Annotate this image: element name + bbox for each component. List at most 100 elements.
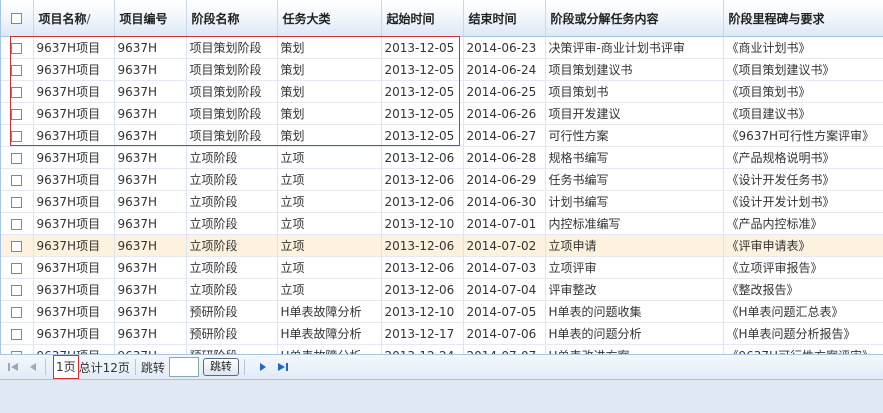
- row-select-cell[interactable]: [1, 36, 34, 59]
- cell-task-category: 立项: [277, 168, 382, 191]
- row-select-cell[interactable]: [1, 102, 34, 125]
- col-task-category[interactable]: 任务大类: [277, 0, 382, 37]
- table-row[interactable]: 9637H项目 9637H 项目策划阶段 策划 2013-12-05 2014-06-26…: [1, 102, 883, 125]
- table-row[interactable]: 9637H项目 9637H 立项阶段 立项 2013-12-06 2014-06-30 计划…: [1, 190, 883, 213]
- table-row[interactable]: 9637H项目 9637H 立项阶段 立项 2013-12-06 2014-07-02 立项…: [1, 234, 883, 257]
- cell-stage-name: 项目策划阶段: [186, 80, 278, 103]
- cell-project-code: 9637H: [114, 234, 187, 257]
- row-select-cell[interactable]: [1, 80, 34, 103]
- cell-task-category: H单表故障分析: [277, 300, 382, 323]
- cell-project-code: 9637H: [114, 190, 187, 213]
- row-checkbox[interactable]: [11, 108, 23, 120]
- table-row[interactable]: 9637H项目 9637H 预研阶段 H单表故障分析 2013-12-17 2014-07…: [1, 322, 883, 345]
- cell-stage-name: 立项阶段: [186, 278, 278, 301]
- cell-task-content: H单表的问题分析: [545, 322, 724, 345]
- cell-milestone: 《立项评审报告》: [723, 256, 883, 279]
- table-row[interactable]: 9637H项目 9637H 项目策划阶段 策划 2013-12-05 2014-06-24…: [1, 58, 883, 81]
- jump-page-input[interactable]: [168, 357, 199, 377]
- row-select-cell[interactable]: [1, 322, 34, 345]
- col-stage-name[interactable]: 阶段名称: [186, 0, 278, 37]
- cell-project-name: 9637H项目: [33, 190, 115, 213]
- row-select-cell[interactable]: [1, 256, 34, 279]
- cell-project-name: 9637H项目: [33, 300, 115, 323]
- table-row[interactable]: 9637H项目 9637H 立项阶段 立项 2013-12-10 2014-07-01 内控…: [1, 212, 883, 235]
- pager-divider: [134, 359, 136, 375]
- row-checkbox[interactable]: [11, 262, 23, 274]
- row-select-cell[interactable]: [1, 168, 34, 191]
- row-checkbox[interactable]: [11, 42, 23, 54]
- table-row[interactable]: 9637H项目 9637H 立项阶段 立项 2013-12-06 2014-07-03 立项…: [1, 256, 883, 279]
- row-checkbox[interactable]: [11, 328, 23, 340]
- row-checkbox[interactable]: [11, 284, 23, 296]
- next-page-icon: [259, 363, 266, 371]
- row-select-cell[interactable]: [1, 146, 34, 169]
- cell-project-code: 9637H: [114, 168, 187, 191]
- last-page-button[interactable]: [276, 360, 290, 374]
- row-checkbox[interactable]: [11, 86, 23, 98]
- row-checkbox[interactable]: [11, 218, 23, 230]
- cell-project-name: 9637H项目: [33, 102, 115, 125]
- row-checkbox[interactable]: [11, 152, 23, 164]
- cell-milestone: 《产品内控标准》: [723, 212, 883, 235]
- cell-task-content: 项目开发建议: [545, 102, 724, 125]
- cell-end-time: 2014-07-01: [463, 212, 546, 235]
- cell-end-time: 2014-07-02: [463, 234, 546, 257]
- cell-end-time: 2014-06-28: [463, 146, 546, 169]
- row-select-cell[interactable]: [1, 190, 34, 213]
- cell-start-time: 2013-12-17: [381, 322, 464, 345]
- row-checkbox[interactable]: [11, 240, 23, 252]
- row-select-cell[interactable]: [1, 58, 34, 81]
- row-checkbox[interactable]: [11, 130, 23, 142]
- row-checkbox[interactable]: [11, 306, 23, 318]
- cell-end-time: 2014-06-27: [463, 124, 546, 147]
- cell-project-name: 9637H项目: [33, 58, 115, 81]
- table-row[interactable]: 9637H项目9637H预研阶段H单表故障分析2013-12-242014-07…: [1, 344, 883, 354]
- table-row[interactable]: 9637H项目 9637H 立项阶段 立项 2013-12-06 2014-06-28 规格…: [1, 146, 883, 169]
- cell-stage-name: 预研阶段: [186, 300, 278, 323]
- cell-start-time: 2013-12-05: [381, 80, 464, 103]
- row-select-cell[interactable]: [1, 212, 34, 235]
- table-row[interactable]: 9637H项目 9637H 立项阶段 立项 2013-12-06 2014-06-29 任务…: [1, 168, 883, 191]
- table-row[interactable]: 9637H项目 9637H 预研阶段 H单表故障分析 2013-12-10 2014-07…: [1, 300, 883, 323]
- row-checkbox[interactable]: [11, 64, 23, 76]
- prev-page-icon: [30, 363, 36, 371]
- cell-task-category: 立项: [277, 146, 382, 169]
- sort-icon: /: [86, 11, 91, 26]
- cell-start-time: 2013-12-24: [381, 344, 464, 354]
- cell-project-code: 9637H: [114, 58, 187, 81]
- next-page-button[interactable]: [256, 360, 270, 374]
- col-project-code[interactable]: 项目编号: [114, 0, 187, 37]
- row-checkbox[interactable]: [11, 196, 23, 208]
- cell-project-name: 9637H项目: [33, 344, 115, 354]
- table-row[interactable]: 9637H项目 9637H 项目策划阶段 策划 2013-12-05 2014-06-23…: [1, 36, 883, 59]
- cell-end-time: 2014-07-04: [463, 278, 546, 301]
- jump-button[interactable]: 跳转: [202, 358, 239, 376]
- table-row[interactable]: 9637H项目 9637H 立项阶段 立项 2013-12-06 2014-07-04 评审…: [1, 278, 883, 301]
- row-select-cell[interactable]: [1, 300, 34, 323]
- cell-project-code: 9637H: [114, 256, 187, 279]
- cell-milestone: 《产品规格说明书》: [723, 146, 883, 169]
- cell-milestone: 《商业计划书》: [723, 36, 883, 59]
- col-start-time[interactable]: 起始时间: [381, 0, 464, 37]
- select-all-checkbox[interactable]: [11, 13, 23, 24]
- cell-task-category: 策划: [277, 80, 382, 103]
- row-select-cell[interactable]: [1, 278, 34, 301]
- row-select-cell[interactable]: [1, 124, 34, 147]
- col-project-name[interactable]: 项目名称/: [33, 0, 115, 37]
- select-all-header[interactable]: [1, 0, 34, 37]
- first-page-button[interactable]: [6, 360, 20, 374]
- cell-milestone: 《整改报告》: [723, 278, 883, 301]
- table-row[interactable]: 9637H项目 9637H 项目策划阶段 策划 2013-12-05 2014-06-27…: [1, 124, 883, 147]
- row-checkbox[interactable]: [11, 174, 23, 186]
- cell-project-code: 9637H: [114, 102, 187, 125]
- row-select-cell[interactable]: [1, 344, 34, 354]
- cell-stage-name: 项目策划阶段: [186, 58, 278, 81]
- row-select-cell[interactable]: [1, 234, 34, 257]
- cell-stage-name: 项目策划阶段: [186, 36, 278, 59]
- table-row[interactable]: 9637H项目 9637H 项目策划阶段 策划 2013-12-05 2014-06-25…: [1, 80, 883, 103]
- prev-page-button[interactable]: [26, 360, 40, 374]
- col-milestone[interactable]: 阶段里程碑与要求: [723, 0, 883, 37]
- col-task-content[interactable]: 阶段或分解任务内容: [545, 0, 724, 37]
- jump-label: 跳转: [140, 360, 165, 375]
- col-end-time[interactable]: 结束时间: [463, 0, 546, 37]
